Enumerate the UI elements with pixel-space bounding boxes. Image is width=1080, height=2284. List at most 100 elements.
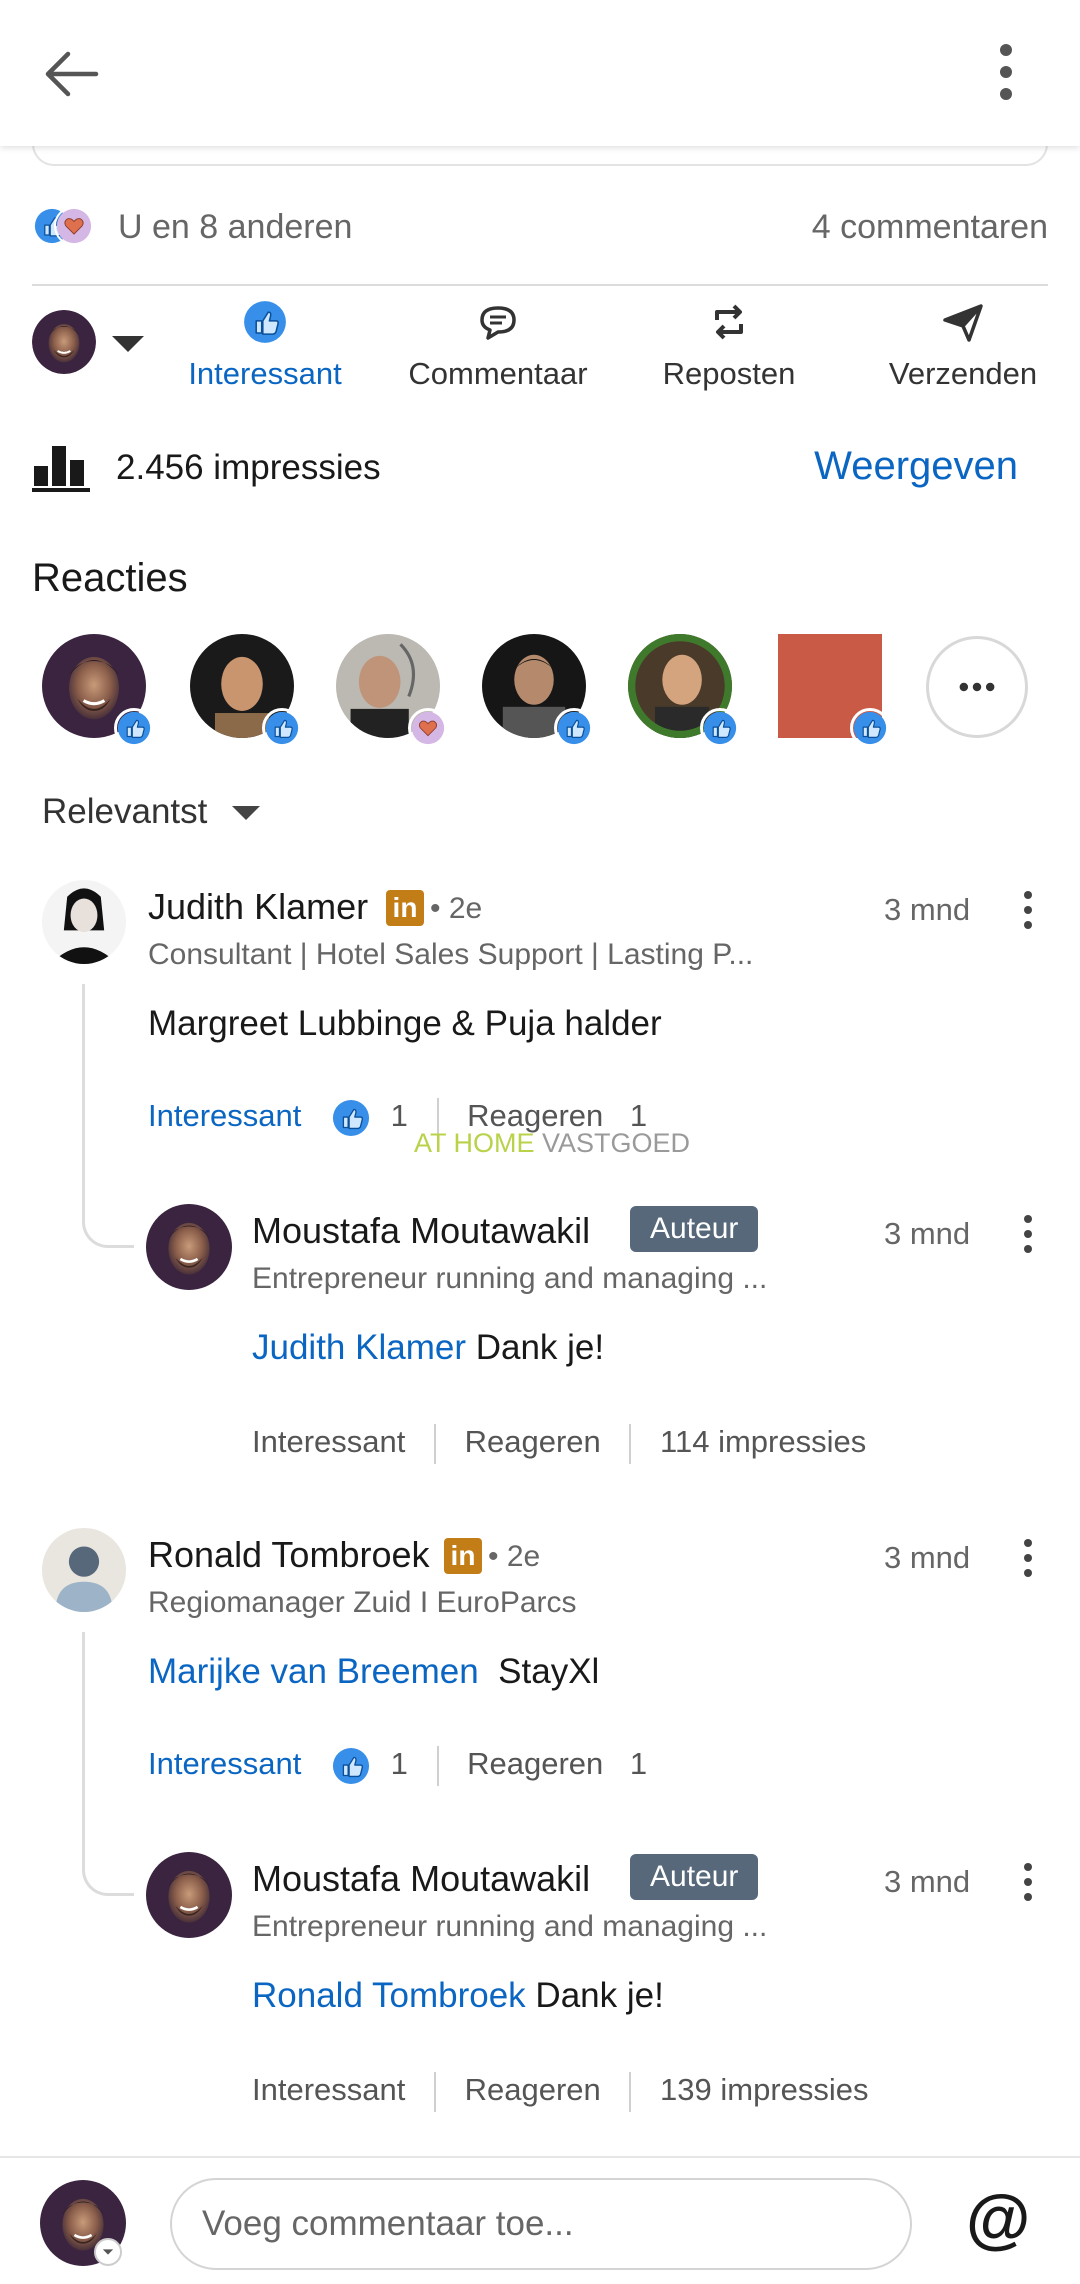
send-paper-plane-icon xyxy=(943,304,983,342)
commenter-name[interactable]: Ronald Tombroek xyxy=(148,1534,430,1576)
overflow-menu-icon[interactable] xyxy=(990,40,1022,104)
reply-overflow-icon[interactable] xyxy=(1022,1214,1034,1254)
separator xyxy=(434,1424,436,1464)
comment-overflow-icon[interactable] xyxy=(1022,1538,1034,1578)
send-label: Verzenden xyxy=(888,356,1038,391)
comment-reply-button[interactable]: Reageren xyxy=(467,1746,603,1781)
commenter-avatar[interactable] xyxy=(42,1528,126,1612)
top-app-bar xyxy=(0,0,1080,146)
send-button[interactable]: Verzenden xyxy=(880,296,1046,392)
ellipsis-icon[interactable] xyxy=(926,636,1028,738)
comments-count[interactable]: 4 commentaren xyxy=(812,208,1048,247)
author-badge: Auteur xyxy=(630,1854,759,1900)
bar-chart-icon xyxy=(32,446,90,492)
mention-at-icon[interactable]: @ xyxy=(966,2180,1030,2256)
comment-like-button[interactable]: Interessant xyxy=(148,1098,301,1133)
thumbs-up-icon xyxy=(243,300,287,344)
commenter-avatar[interactable] xyxy=(42,880,126,964)
repost-button[interactable]: Reposten xyxy=(654,296,804,392)
comment-reply-count: 1 xyxy=(629,1746,648,1782)
reactions-summary[interactable]: U en 8 anderen xyxy=(118,208,352,247)
like-reaction-icon xyxy=(554,708,594,748)
commenter-headline: Regiomanager Zuid I EuroParcs xyxy=(148,1586,577,1619)
mention-link[interactable]: Judith Klamer xyxy=(252,1328,466,1367)
reaction-icons[interactable] xyxy=(32,206,104,246)
reactor-avatar[interactable] xyxy=(336,634,448,748)
impressions-count: 2.456 impressies xyxy=(116,448,381,487)
comment-overflow-icon[interactable] xyxy=(1022,890,1034,930)
connection-degree: • 2e xyxy=(430,892,483,925)
like-reaction-icon xyxy=(262,708,302,748)
reply-author-name[interactable]: Moustafa Moutawakil xyxy=(252,1210,590,1252)
reply-timestamp: 3 mnd xyxy=(884,1216,971,1251)
reply-author-name[interactable]: Moustafa Moutawakil xyxy=(252,1858,590,1900)
comment-text: Marijke van Breemen StayXl xyxy=(148,1652,600,1691)
comment-like-button[interactable]: Interessant xyxy=(148,1746,301,1781)
reactor-avatar[interactable] xyxy=(190,634,302,748)
reply-avatar[interactable] xyxy=(146,1204,232,1290)
comment-timestamp: 3 mnd xyxy=(884,892,971,927)
comment-bubble-icon xyxy=(480,306,516,340)
comment-composer: @ xyxy=(0,2156,1080,2284)
comment-text: Margreet Lubbinge & Puja halder xyxy=(148,1004,662,1043)
like-reaction-icon xyxy=(332,1747,370,1785)
reply-impressions: 114 impressies xyxy=(660,1424,867,1460)
reply-overflow-icon[interactable] xyxy=(1022,1862,1034,1902)
thread-line xyxy=(82,1632,134,1896)
reply-like-button[interactable]: Interessant xyxy=(252,2072,405,2107)
reply-like-button[interactable]: Interessant xyxy=(252,1424,405,1459)
back-arrow-icon[interactable] xyxy=(40,42,104,106)
reply-impressions: 139 impressies xyxy=(660,2072,869,2108)
interessant-button[interactable]: Interessant xyxy=(182,296,348,392)
separator xyxy=(629,2072,632,2112)
connection-degree: • 2e xyxy=(488,1540,541,1573)
divider xyxy=(32,284,1048,286)
reply-actions: Interessant Reageren 114 impressies xyxy=(252,1424,866,1464)
actor-avatar[interactable] xyxy=(32,310,96,374)
reactor-avatar[interactable] xyxy=(42,634,154,748)
like-reaction-icon xyxy=(114,708,154,748)
comment-label: Commentaar xyxy=(408,356,588,391)
love-reaction-icon xyxy=(408,708,448,748)
caret-down-icon[interactable] xyxy=(232,806,260,820)
reply-text: Ronald Tombroek Dank je! xyxy=(252,1976,664,2015)
impressions-row: 2.456 impressies Weergeven xyxy=(32,440,1048,500)
reply-author-headline: Entrepreneur running and managing ... xyxy=(252,1910,768,1943)
chevron-down-icon[interactable] xyxy=(94,2238,122,2266)
comment-button[interactable]: Commentaar xyxy=(400,296,596,392)
author-badge: Auteur xyxy=(630,1206,759,1252)
linkedin-premium-icon: in xyxy=(444,1538,482,1574)
interessant-label: Interessant xyxy=(188,356,342,391)
comment-actions: Interessant 1 Reageren 1 xyxy=(148,1746,647,1786)
separator xyxy=(434,2072,436,2112)
love-reaction-icon xyxy=(54,206,94,246)
view-analytics-link[interactable]: Weergeven xyxy=(814,444,1018,489)
actor-switch-caret-icon[interactable] xyxy=(112,336,144,352)
commenter-name[interactable]: Judith Klamer xyxy=(148,886,368,928)
like-reaction-icon xyxy=(700,708,740,748)
repost-label: Reposten xyxy=(662,356,796,391)
sort-dropdown[interactable]: Relevantst xyxy=(42,792,207,832)
reply-actions: Interessant Reageren 139 impressies xyxy=(252,2072,869,2112)
like-reaction-icon xyxy=(332,1099,370,1137)
comment-like-count[interactable]: 1 xyxy=(391,1746,408,1781)
reply-avatar[interactable] xyxy=(146,1852,232,1938)
reactor-avatar[interactable] xyxy=(482,634,594,748)
mention-link[interactable]: Ronald Tombroek xyxy=(252,1976,526,2015)
separator xyxy=(436,1746,439,1786)
mention-link[interactable]: Marijke van Breemen xyxy=(148,1652,479,1691)
commenter-headline: Consultant | Hotel Sales Support | Lasti… xyxy=(148,938,754,971)
reactor-avatar[interactable] xyxy=(626,632,740,748)
reply-author-headline: Entrepreneur running and managing ... xyxy=(252,1262,768,1295)
social-counts-bar: U en 8 anderen 4 commentaren xyxy=(32,198,1048,258)
reply-reply-button[interactable]: Reageren xyxy=(465,1424,601,1459)
comment-like-count[interactable]: 1 xyxy=(391,1098,408,1133)
reply-reply-button[interactable]: Reageren xyxy=(465,2072,601,2107)
reactions-heading: Reacties xyxy=(32,556,188,600)
reactor-company-logo[interactable] xyxy=(778,634,890,748)
repost-icon xyxy=(715,304,743,340)
watermark: AT HOME VASTGOED xyxy=(414,1128,691,1158)
reply-text: Judith Klamer Dank je! xyxy=(252,1328,605,1367)
comment-input[interactable] xyxy=(170,2178,912,2270)
comment-timestamp: 3 mnd xyxy=(884,1540,971,1575)
